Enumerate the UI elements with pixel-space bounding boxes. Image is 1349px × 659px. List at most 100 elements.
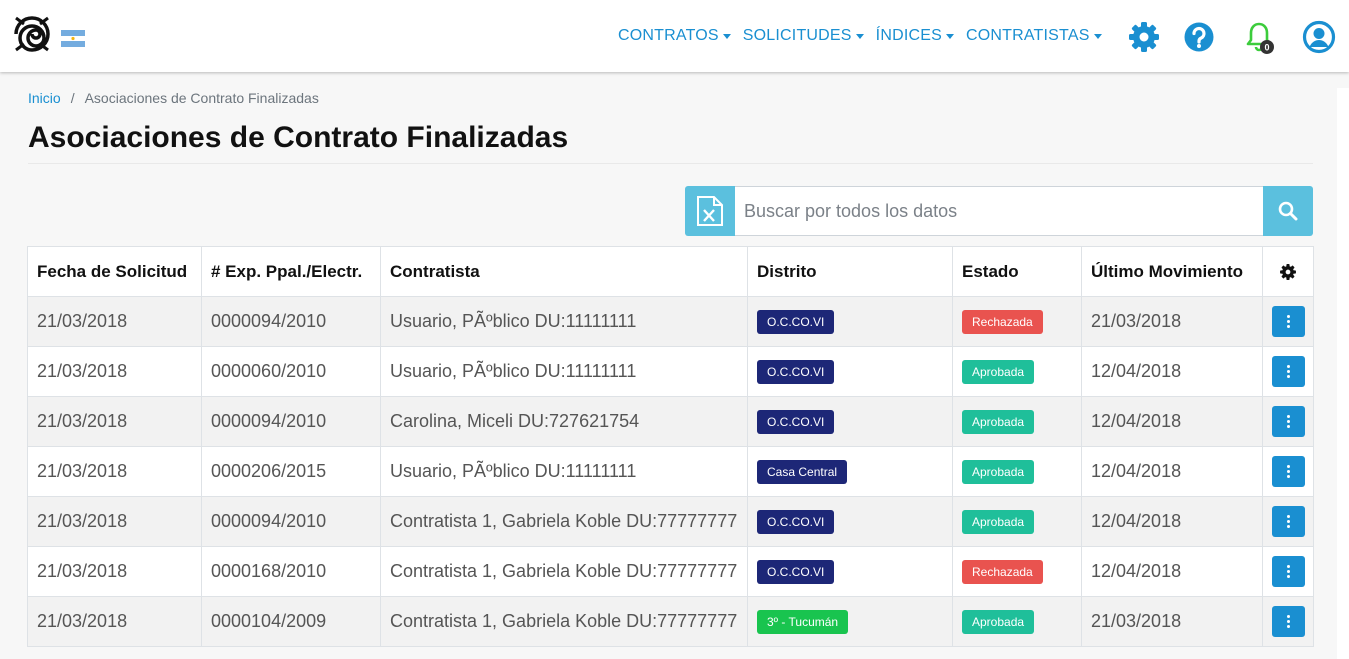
table-row[interactable]: 21/03/2018 0000168/2010 Contratista 1, Gab… <box>27 546 1314 597</box>
vertical-dots-icon <box>1286 615 1290 628</box>
nav-contratos-label: CONTRATOS <box>618 27 719 44</box>
cell-fecha: 21/03/2018 <box>27 446 202 497</box>
cell-ultimo-movimiento: 12/04/2018 <box>1081 346 1263 397</box>
search-bar <box>685 186 1313 236</box>
cell-distrito: Casa Central <box>747 446 953 497</box>
cell-distrito: O.C.CO.VI <box>747 346 953 397</box>
export-excel-button[interactable] <box>685 186 735 236</box>
column-header-settings[interactable] <box>1262 246 1314 297</box>
cell-expediente: 0000094/2010 <box>201 296 381 347</box>
page-scrollbar[interactable] <box>1337 88 1349 659</box>
table-row[interactable]: 21/03/2018 0000060/2010 Usuario, PÃºblico … <box>27 346 1314 397</box>
nav-contratistas-dropdown[interactable]: CONTRATISTAS <box>960 27 1108 45</box>
search-input[interactable] <box>735 186 1263 236</box>
status-badge: Aprobada <box>962 409 1035 434</box>
gear-icon[interactable] <box>1127 20 1161 54</box>
status-badge: Rechazada <box>962 309 1043 334</box>
distrito-badge: 3º - Tucumán <box>757 609 849 634</box>
cell-contratista: Contratista 1, Gabriela Koble DU:7777777… <box>380 546 748 597</box>
nav-contratos-dropdown[interactable]: CONTRATOS <box>612 27 737 45</box>
cell-ultimo-movimiento: 12/04/2018 <box>1081 396 1263 447</box>
table-header-row: Fecha de Solicitud # Exp. Ppal./Electr. … <box>27 246 1314 297</box>
distrito-badge: O.C.CO.VI <box>757 509 835 534</box>
vertical-dots-icon <box>1286 315 1290 328</box>
breadcrumb-current: Asociaciones de Contrato Finalizadas <box>84 90 319 106</box>
row-actions-button[interactable] <box>1271 506 1305 537</box>
column-header-fecha[interactable]: Fecha de Solicitud <box>27 246 202 297</box>
table-row[interactable]: 21/03/2018 0000094/2010 Carolina, Miceli D… <box>27 396 1314 447</box>
cell-estado: Aprobada <box>952 596 1082 647</box>
cell-distrito: O.C.CO.VI <box>747 296 953 347</box>
column-header-distrito[interactable]: Distrito <box>747 246 953 297</box>
row-actions-button[interactable] <box>1271 406 1305 437</box>
row-actions-button[interactable] <box>1271 556 1305 587</box>
distrito-badge: Casa Central <box>757 459 848 484</box>
cell-expediente: 0000094/2010 <box>201 496 381 547</box>
argentina-flag-icon <box>61 30 85 47</box>
status-badge: Aprobada <box>962 509 1035 534</box>
spiral-logo-icon[interactable] <box>14 16 50 52</box>
vertical-dots-icon <box>1286 415 1290 428</box>
row-actions-button[interactable] <box>1271 306 1305 337</box>
vertical-dots-icon <box>1286 465 1290 478</box>
cell-actions <box>1262 546 1314 597</box>
table-body: 21/03/2018 0000094/2010 Usuario, PÃºblico … <box>27 296 1314 647</box>
question-icon[interactable] <box>1182 20 1216 54</box>
caret-down-icon <box>945 33 954 39</box>
column-header-contratista[interactable]: Contratista <box>380 246 748 297</box>
cell-actions <box>1262 296 1314 347</box>
cell-distrito: O.C.CO.VI <box>747 396 953 447</box>
bell-icon[interactable]: 0 <box>1242 20 1276 54</box>
cell-actions <box>1262 596 1314 647</box>
user-icon[interactable] <box>1302 20 1336 54</box>
cell-ultimo-movimiento: 21/03/2018 <box>1081 296 1263 347</box>
search-icon <box>1278 201 1298 221</box>
cell-fecha: 21/03/2018 <box>27 396 202 447</box>
cell-estado: Aprobada <box>952 346 1082 397</box>
cell-actions <box>1262 496 1314 547</box>
nav-solicitudes-label: SOLICITUDES <box>742 27 852 44</box>
row-actions-button[interactable] <box>1271 456 1305 487</box>
nav-indices-dropdown[interactable]: ÍNDICES <box>870 27 960 45</box>
table-row[interactable]: 21/03/2018 0000094/2010 Contratista 1, Gab… <box>27 496 1314 547</box>
breadcrumb-home-link[interactable]: Inicio <box>28 90 61 106</box>
column-header-estado[interactable]: Estado <box>952 246 1082 297</box>
vertical-dots-icon <box>1286 515 1290 528</box>
cell-actions <box>1262 446 1314 497</box>
contracts-table: Fecha de Solicitud # Exp. Ppal./Electr. … <box>27 246 1314 647</box>
table-row[interactable]: 21/03/2018 0000104/2009 Contratista 1, Gab… <box>27 596 1314 647</box>
status-badge: Rechazada <box>962 559 1043 584</box>
cell-ultimo-movimiento: 21/03/2018 <box>1081 596 1263 647</box>
caret-down-icon <box>1093 33 1102 39</box>
table-row[interactable]: 21/03/2018 0000206/2015 Usuario, PÃºblico … <box>27 446 1314 497</box>
row-actions-button[interactable] <box>1271 356 1305 387</box>
cell-fecha: 21/03/2018 <box>27 596 202 647</box>
cell-expediente: 0000104/2009 <box>201 596 381 647</box>
cell-expediente: 0000206/2015 <box>201 446 381 497</box>
cell-actions <box>1262 346 1314 397</box>
row-actions-button[interactable] <box>1271 606 1305 637</box>
column-header-ultimo-movimiento[interactable]: Último Movimiento <box>1081 246 1263 297</box>
cell-estado: Aprobada <box>952 446 1082 497</box>
table-row[interactable]: 21/03/2018 0000094/2010 Usuario, PÃºblico … <box>27 296 1314 347</box>
title-divider <box>28 163 1313 164</box>
cell-estado: Rechazada <box>952 546 1082 597</box>
excel-icon <box>697 196 723 226</box>
top-navbar: CONTRATOS SOLICITUDES ÍNDICES CONTRATIST… <box>0 0 1349 72</box>
nav-indices-label: ÍNDICES <box>875 27 942 44</box>
column-header-expediente[interactable]: # Exp. Ppal./Electr. <box>201 246 381 297</box>
gear-icon[interactable] <box>1279 263 1297 281</box>
status-badge: Aprobada <box>962 459 1035 484</box>
cell-contratista: Contratista 1, Gabriela Koble DU:7777777… <box>380 596 748 647</box>
nav-solicitudes-dropdown[interactable]: SOLICITUDES <box>737 27 870 45</box>
cell-estado: Aprobada <box>952 396 1082 447</box>
search-button[interactable] <box>1263 186 1313 236</box>
cell-distrito: 3º - Tucumán <box>747 596 953 647</box>
distrito-badge: O.C.CO.VI <box>757 359 835 384</box>
cell-distrito: O.C.CO.VI <box>747 546 953 597</box>
cell-ultimo-movimiento: 12/04/2018 <box>1081 546 1263 597</box>
notification-count: 0 <box>1264 43 1269 53</box>
cell-contratista: Carolina, Miceli DU:727621754 <box>380 396 748 447</box>
vertical-dots-icon <box>1286 565 1290 578</box>
cell-expediente: 0000168/2010 <box>201 546 381 597</box>
